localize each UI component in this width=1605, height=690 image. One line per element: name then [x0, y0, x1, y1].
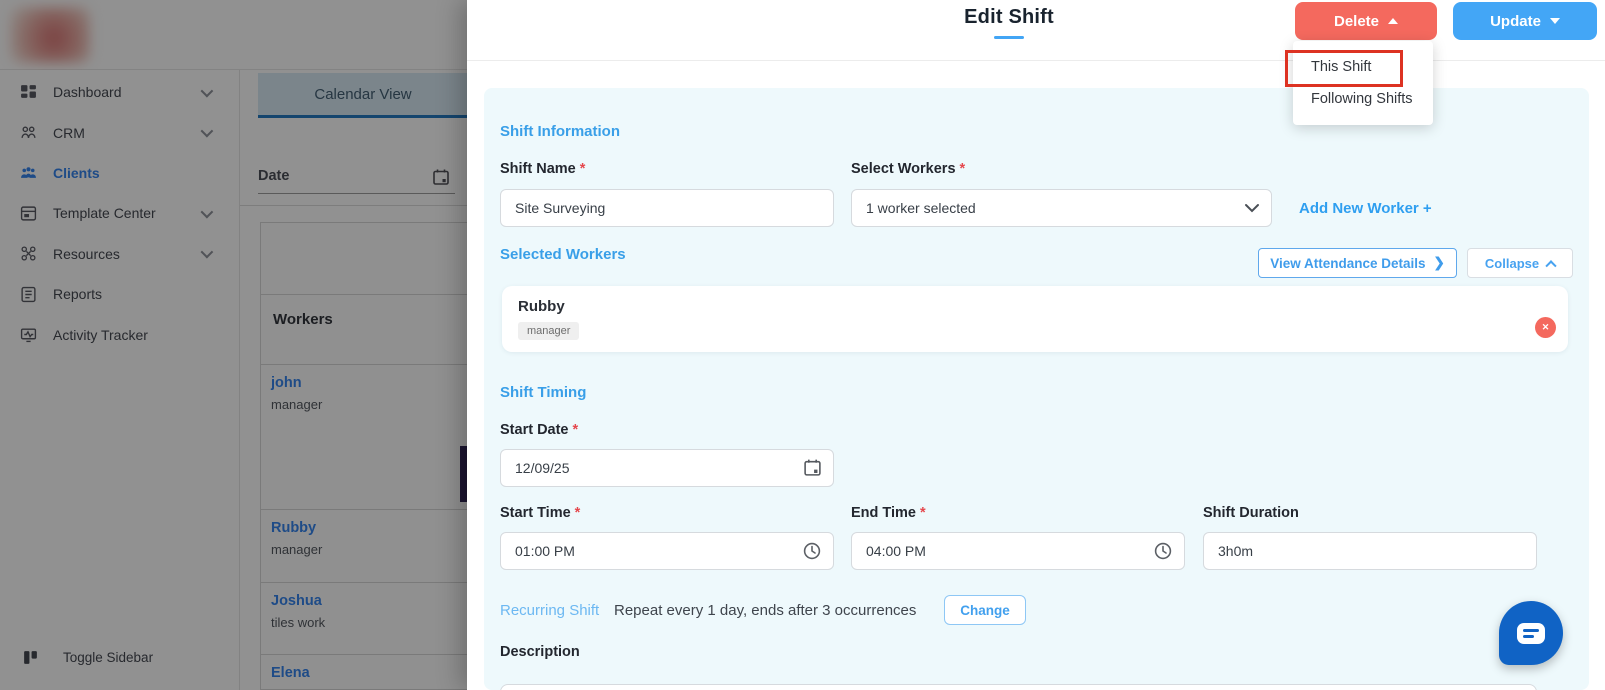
- shift-name-field: [500, 189, 834, 227]
- caret-up-icon: [1388, 18, 1399, 24]
- modal-title: Edit Shift: [964, 6, 1054, 28]
- shift-duration-field: [1203, 532, 1537, 570]
- section-heading-shift-information: Shift Information: [500, 123, 620, 140]
- chevron-right-icon: ❯: [1433, 255, 1445, 270]
- clock-icon[interactable]: [802, 541, 822, 561]
- start-time-field: [500, 532, 834, 570]
- select-workers-dropdown[interactable]: [851, 189, 1272, 227]
- chevron-down-icon[interactable]: [1244, 203, 1260, 213]
- remove-worker-button[interactable]: ✕: [1535, 317, 1556, 338]
- shift-name-label: Shift Name *: [500, 161, 586, 177]
- menu-item-following-shifts[interactable]: Following Shifts: [1293, 83, 1433, 115]
- end-time-input[interactable]: [851, 532, 1185, 570]
- required-asterisk: *: [579, 161, 586, 177]
- recurring-summary-text: Repeat every 1 day, ends after 3 occurre…: [614, 602, 917, 619]
- section-heading-shift-timing: Shift Timing: [500, 384, 587, 401]
- description-input[interactable]: [500, 684, 1537, 690]
- chat-bubble-icon: [1517, 622, 1545, 644]
- chevron-up-icon: [1545, 260, 1557, 272]
- add-new-worker-link[interactable]: Add New Worker +: [1299, 200, 1432, 217]
- delete-button-label: Delete: [1333, 12, 1380, 30]
- start-date-field: [500, 449, 834, 487]
- divider: [467, 60, 1605, 61]
- recurring-shift-link[interactable]: Recurring Shift: [500, 602, 599, 619]
- collapse-button[interactable]: Collapse: [1467, 248, 1573, 278]
- update-button-label: Update: [1490, 12, 1541, 30]
- selected-worker-card: [502, 286, 1568, 352]
- required-asterisk: *: [959, 161, 966, 177]
- update-button[interactable]: Update: [1453, 2, 1597, 40]
- section-heading-selected-workers: Selected Workers: [500, 246, 626, 263]
- collapse-label: Collapse: [1484, 255, 1540, 271]
- end-time-field: [851, 532, 1185, 570]
- start-time-input[interactable]: [500, 532, 834, 570]
- select-workers-label: Select Workers *: [851, 161, 966, 177]
- annotation-highlight-box: [1285, 50, 1403, 87]
- required-asterisk: *: [920, 505, 926, 521]
- shift-duration-label: Shift Duration: [1203, 505, 1299, 521]
- shift-name-input[interactable]: [500, 189, 834, 227]
- selected-worker-name: Rubby: [518, 298, 565, 315]
- chat-widget-button[interactable]: [1499, 601, 1563, 665]
- modal-content-panel: [484, 88, 1589, 690]
- view-attendance-details-button[interactable]: View Attendance Details ❯: [1258, 248, 1457, 278]
- delete-button[interactable]: Delete: [1295, 2, 1437, 40]
- shift-duration-input[interactable]: [1203, 532, 1537, 570]
- description-label: Description: [500, 644, 580, 660]
- description-field: [500, 684, 1537, 690]
- required-asterisk: *: [574, 505, 581, 521]
- title-underline: [994, 36, 1024, 39]
- end-time-label: End Time *: [851, 505, 926, 521]
- start-date-input[interactable]: [500, 449, 834, 487]
- view-attendance-label: View Attendance Details: [1270, 255, 1426, 271]
- select-workers-field: [851, 189, 1272, 227]
- selected-worker-role-badge: manager: [518, 322, 580, 340]
- required-asterisk: *: [572, 422, 579, 438]
- calendar-icon[interactable]: [803, 458, 822, 477]
- clock-icon[interactable]: [1153, 541, 1173, 561]
- start-time-label: Start Time *: [500, 505, 581, 521]
- change-recurrence-button[interactable]: Change: [944, 595, 1026, 625]
- start-date-label: Start Date *: [500, 422, 579, 438]
- caret-down-icon: [1549, 18, 1560, 24]
